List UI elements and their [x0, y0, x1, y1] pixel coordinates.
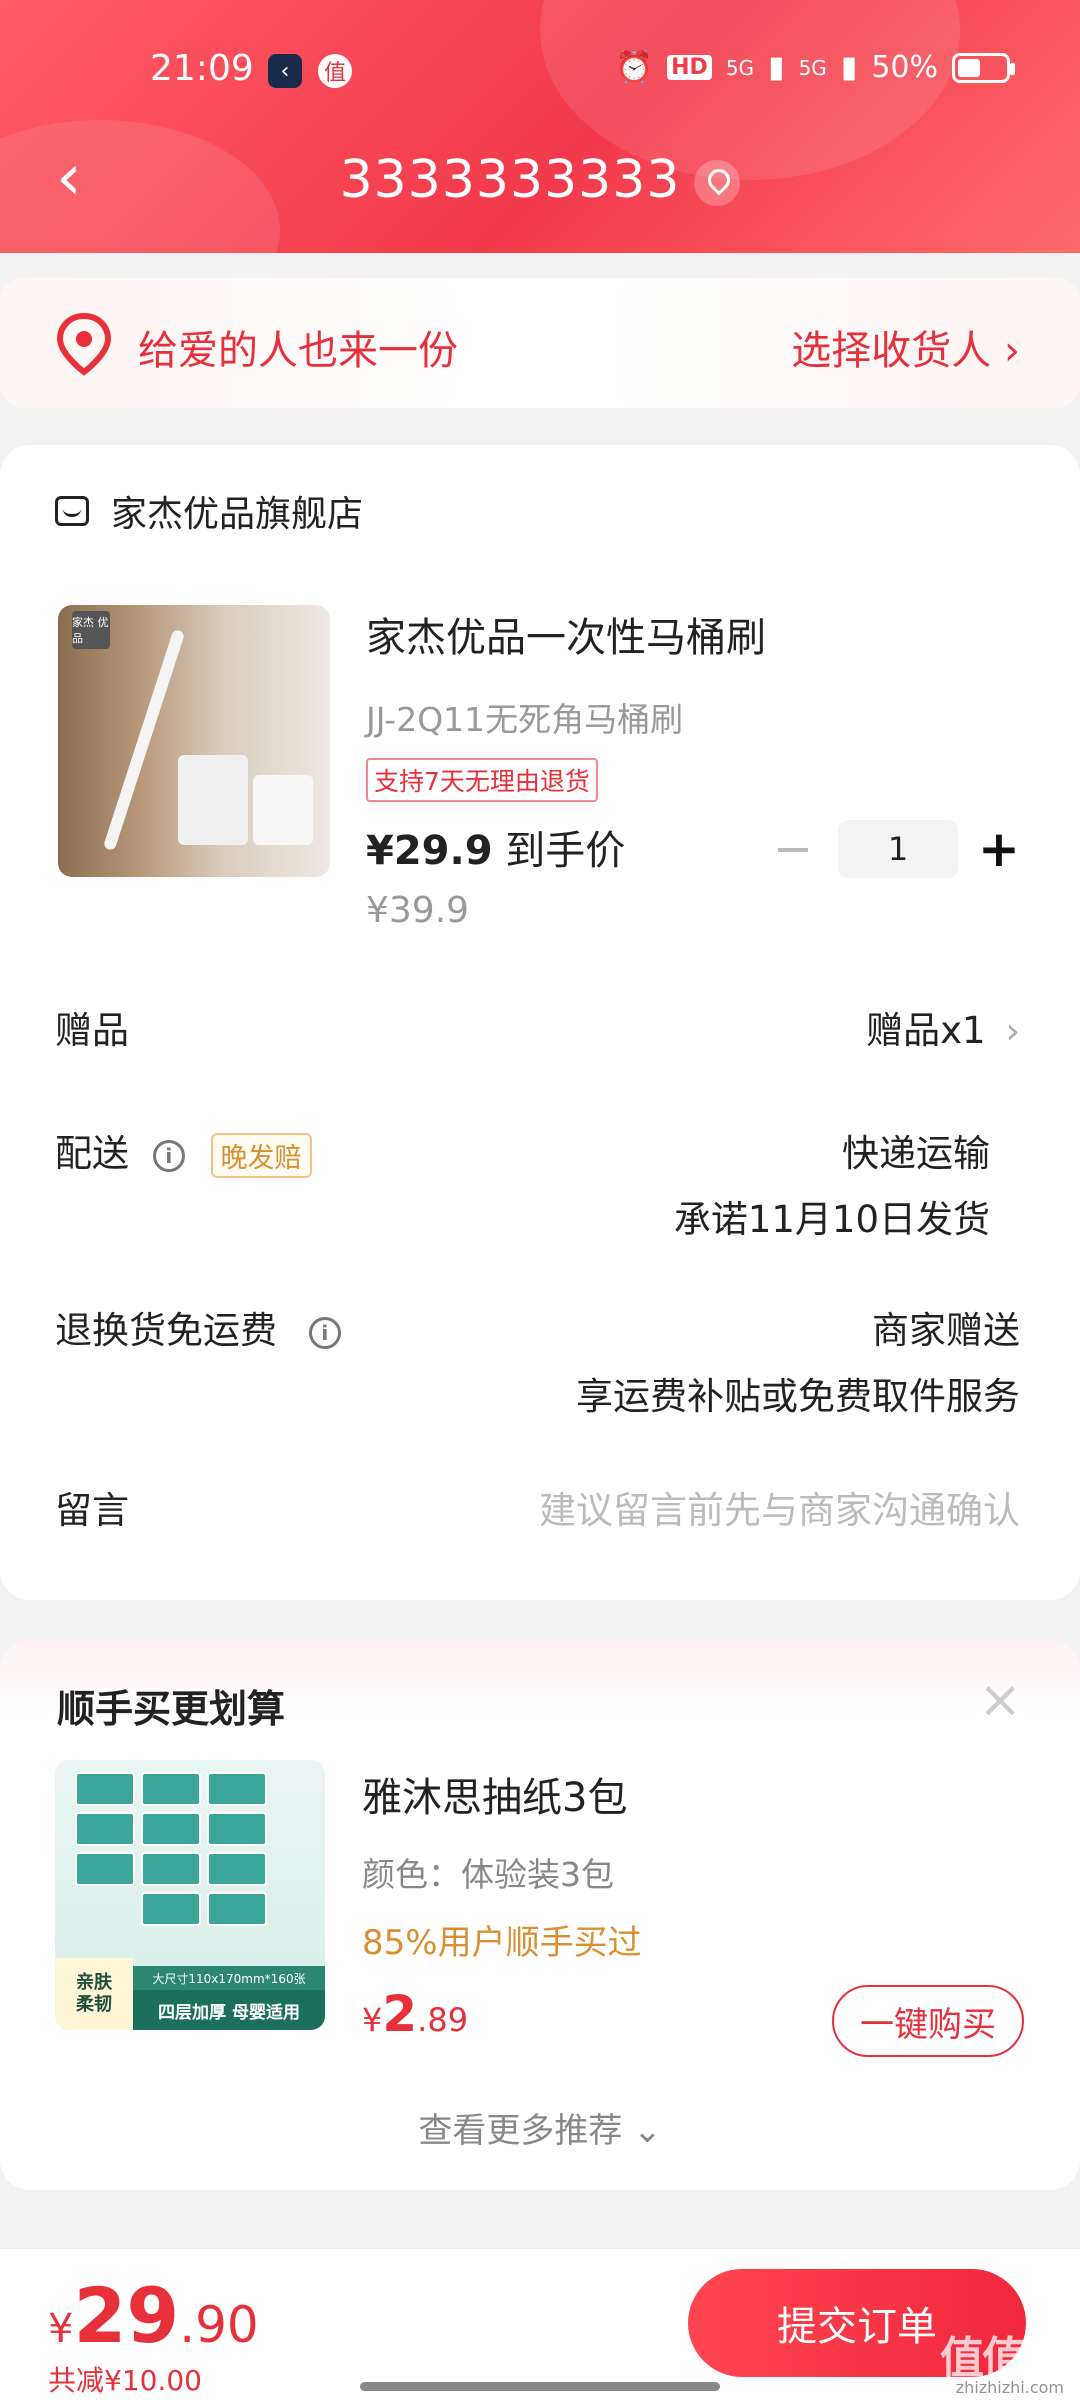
signal-5g-icon: 5G [725, 55, 755, 80]
return-value: 商家赠送 享运费补贴或免费取件服务 [576, 1300, 1020, 1420]
close-icon[interactable]: × [978, 1670, 1022, 1730]
product-title[interactable]: 家杰优品一次性马桶刷 [366, 605, 766, 663]
info-icon[interactable]: i [152, 1139, 185, 1172]
signal-bars-icon: ▮ [768, 50, 785, 85]
watermark-url: zhizhizhi.com [955, 2378, 1064, 2397]
quantity-stepper: − 1 + [768, 820, 1020, 878]
signal-bars-2-icon: ▮ [840, 50, 858, 85]
return-label: 退换货免运费 [55, 1309, 277, 1352]
product-price: ¥29.9 到手价 [366, 818, 625, 876]
shop-name: 家杰优品旗舰店 [111, 494, 364, 535]
delivery-method: 快递运输 [842, 1132, 990, 1175]
location-pin-icon [56, 312, 112, 376]
gift-value: 赠品x1 › [866, 1009, 1020, 1052]
bottom-bar: ¥29.90 共减¥10.00 提交订单 [0, 2248, 1080, 2400]
alarm-icon: ⏰ [615, 50, 654, 85]
hd-icon: HD [667, 55, 712, 80]
battery-percent: 50% [871, 50, 938, 85]
delivery-label-group: 配送 i 晚发赔 [55, 1123, 312, 1178]
note-row: 留言 建议留言前先与商家沟通确认 [55, 1480, 1020, 1540]
delivery-value: 快递运输 承诺11月10日发货 [674, 1123, 990, 1243]
discount-total: 共减¥10.00 [48, 2364, 202, 2397]
note-input[interactable]: 建议留言前先与商家沟通确认 [539, 1480, 1020, 1534]
location-pin-icon [694, 160, 741, 206]
recommend-card: 顺手买更划算 × 大尺寸110x170mm*160张 亲肤 柔韧 四层加厚 母婴… [0, 1640, 1080, 2190]
return-policy-badge: 支持7天无理由退货 [366, 758, 598, 802]
return-shipping-row: 退换货免运费 i 商家赠送 享运费补贴或免费取件服务 [55, 1300, 1020, 1420]
store-icon [55, 496, 89, 526]
note-label: 留言 [55, 1489, 129, 1532]
select-recipient-link[interactable]: 选择收货人 › [791, 318, 1020, 376]
product-slogan-tag: 四层加厚 母婴适用 [133, 1990, 325, 2030]
gift-label: 赠品 [55, 1009, 129, 1052]
shop-header[interactable]: 家杰优品旗舰店 [55, 485, 363, 537]
info-icon[interactable]: i [308, 1316, 341, 1349]
gift-banner-text: 给爱的人也来一份 [138, 328, 458, 374]
return-gift-text: 商家赠送 [872, 1309, 1020, 1352]
brand-logo: 家杰 优品 [72, 611, 110, 649]
address-phone: 3333333333 [339, 150, 681, 210]
recommend-product-image[interactable]: 大尺寸110x170mm*160张 亲肤 柔韧 四层加厚 母婴适用 [55, 1760, 325, 2030]
home-indicator[interactable] [360, 2382, 720, 2391]
recommend-price: ¥2.89 [362, 1985, 469, 2043]
delivery-label: 配送 [55, 1132, 129, 1175]
one-click-buy-button[interactable]: 一键购买 [832, 1985, 1024, 2057]
app-notification-icon: ‹ [268, 54, 302, 88]
delivery-promise: 承诺11月10日发货 [673, 1198, 990, 1241]
social-proof: 85%用户顺手买过 [362, 1923, 642, 1963]
header: 21:09 ‹ 值 ⏰ HD 5G ▮ 5G ▮ 50% ‹ 333333333… [0, 0, 1080, 253]
watermark-logo: 值值值 [940, 2333, 1068, 2384]
order-card: 家杰优品旗舰店 家杰 优品 家杰优品一次性马桶刷 JJ-2Q11无死角马桶刷 支… [0, 445, 1080, 1600]
late-compensation-badge: 晚发赔 [210, 1133, 312, 1178]
more-recommendations-link[interactable]: 查看更多推荐 ⌄ [0, 2103, 1080, 2152]
return-label-group: 退换货免运费 i [55, 1300, 341, 1354]
status-time: 21:09 [150, 48, 254, 89]
recommend-product-name[interactable]: 雅沐思抽纸3包 [362, 1765, 627, 1823]
quantity-input[interactable]: 1 [838, 820, 958, 878]
signal-5g-2-icon: 5G [798, 55, 827, 80]
final-price: ¥29.9 [366, 828, 493, 874]
smzdm-notification-icon: 值 [318, 54, 352, 88]
battery-icon [952, 52, 1015, 83]
chevron-right-icon: › [1005, 1011, 1020, 1052]
recommend-title: 顺手买更划算 [57, 1687, 286, 1731]
increase-button[interactable]: + [978, 820, 1020, 878]
return-service-text: 享运费补贴或免费取件服务 [576, 1375, 1020, 1418]
delivery-row: 配送 i 晚发赔 快递运输 承诺11月10日发货 [55, 1123, 1020, 1243]
product-spec[interactable]: JJ-2Q11无死角马桶刷 [366, 693, 683, 741]
total-price: ¥29.90 [48, 2271, 259, 2360]
product-image[interactable]: 家杰 优品 [58, 605, 330, 877]
product-feature-tag: 亲肤 柔韧 [55, 1958, 133, 2030]
final-price-label: 到手价 [492, 828, 626, 874]
original-price: ¥39.9 [366, 890, 470, 931]
decrease-button[interactable]: − [768, 821, 818, 877]
gift-row[interactable]: 赠品 赠品x1 › [55, 1000, 1020, 1060]
address-title[interactable]: 3333333333 [0, 150, 1080, 210]
product-size-tag: 大尺寸110x170mm*160张 [133, 1966, 325, 1990]
gift-banner[interactable]: 给爱的人也来一份 选择收货人 › [0, 278, 1080, 408]
status-bar: 21:09 ‹ 值 ⏰ HD 5G ▮ 5G ▮ 50% [0, 40, 1080, 100]
status-indicators: ⏰ HD 5G ▮ 5G ▮ 50% [615, 50, 1015, 85]
recommend-product-spec: 颜色：体验装3包 [362, 1855, 614, 1894]
